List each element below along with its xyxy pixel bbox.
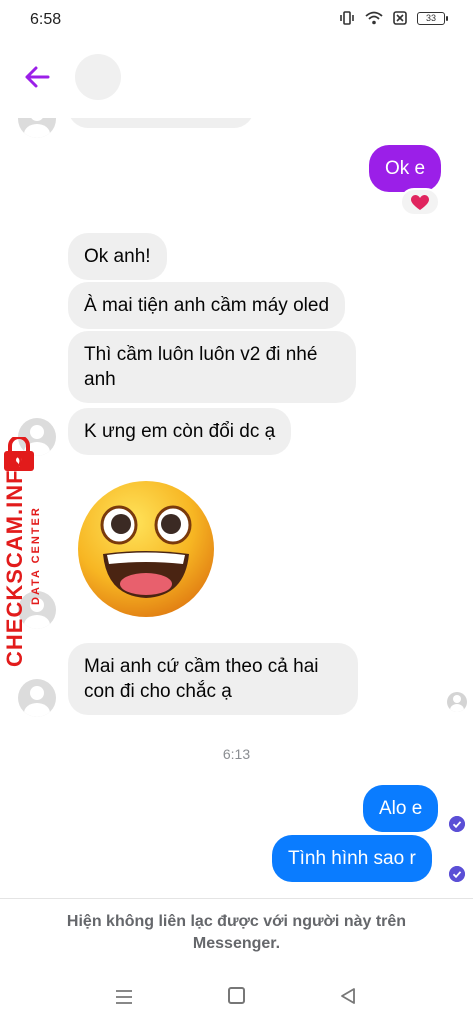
sent-message-bubble[interactable]: Tình hình sao r: [272, 835, 432, 882]
status-bar: 6:58 33: [0, 0, 473, 40]
unavailable-notice: Hiện không liên lạc được với người này t…: [66, 913, 407, 952]
heart-reaction[interactable]: [400, 188, 440, 216]
message-text: Thì cầm luôn luôn v2 đi nhé anh: [84, 344, 318, 390]
status-icons: 33: [339, 11, 448, 25]
grinning-face-emoji[interactable]: [75, 478, 217, 620]
message-list[interactable]: Ok e Ok anh! À mai tiện anh cầm máy oled…: [0, 118, 473, 898]
received-message-bubble[interactable]: À mai tiện anh cầm máy oled: [68, 282, 346, 329]
watermark-data-center: DATA CENTER: [30, 506, 42, 605]
received-message-bubble[interactable]: Ok anh!: [68, 233, 167, 280]
delivered-check-icon: [449, 816, 465, 832]
battery-icon: 33: [417, 11, 448, 25]
sent-message-bubble[interactable]: Ok e: [369, 145, 442, 192]
contact-avatar[interactable]: [75, 54, 121, 100]
time-separator: 6:13: [222, 746, 251, 762]
no-sim-icon: [393, 11, 407, 25]
status-time: 6:58: [30, 11, 62, 28]
recent-apps-icon[interactable]: [115, 989, 133, 1005]
system-nav-bar: [0, 981, 473, 1021]
received-message-bubble[interactable]: K ưng em còn đổi dc ạ: [68, 408, 292, 455]
back-arrow-icon[interactable]: [22, 62, 52, 92]
vibrate-icon: [340, 11, 354, 25]
message-text: Ok e: [385, 158, 426, 179]
composer-disabled-notice: Hiện không liên lạc được với người này t…: [0, 898, 473, 1024]
heart-icon: [411, 195, 429, 210]
message-text: À mai tiện anh cầm máy oled: [84, 295, 330, 316]
contact-avatar-small: [18, 679, 56, 717]
wifi-icon: [365, 11, 383, 25]
received-message-bubble[interactable]: Mai anh cứ cầm theo cả hai con đi cho ch…: [68, 643, 358, 715]
seen-indicator-avatar: [447, 692, 467, 712]
checkscam-watermark: DATA CENTER CHECKSCAM.INFO: [0, 437, 56, 667]
sent-message-bubble[interactable]: Alo e: [363, 785, 439, 832]
message-text: K ưng em còn đổi dc ạ: [84, 421, 276, 442]
message-text: Alo e: [379, 798, 423, 819]
partial-message-bubble: [68, 118, 254, 128]
home-icon[interactable]: [228, 987, 245, 1004]
received-message-bubble[interactable]: Thì cầm luôn luôn v2 đi nhé anh: [68, 331, 356, 403]
watermark-text: DATA CENTER CHECKSCAM.INFO: [0, 437, 56, 667]
chat-header: [0, 40, 473, 118]
delivered-check-icon: [449, 866, 465, 882]
back-triangle-icon[interactable]: [339, 987, 357, 1005]
message-text: Mai anh cứ cầm theo cả hai con đi cho ch…: [84, 656, 319, 702]
message-text: Tình hình sao r: [288, 848, 416, 869]
contact-avatar-small: [18, 118, 56, 138]
watermark-checkscam: CHECKSCAM.INFO: [2, 451, 27, 667]
message-text: Ok anh!: [84, 246, 151, 267]
